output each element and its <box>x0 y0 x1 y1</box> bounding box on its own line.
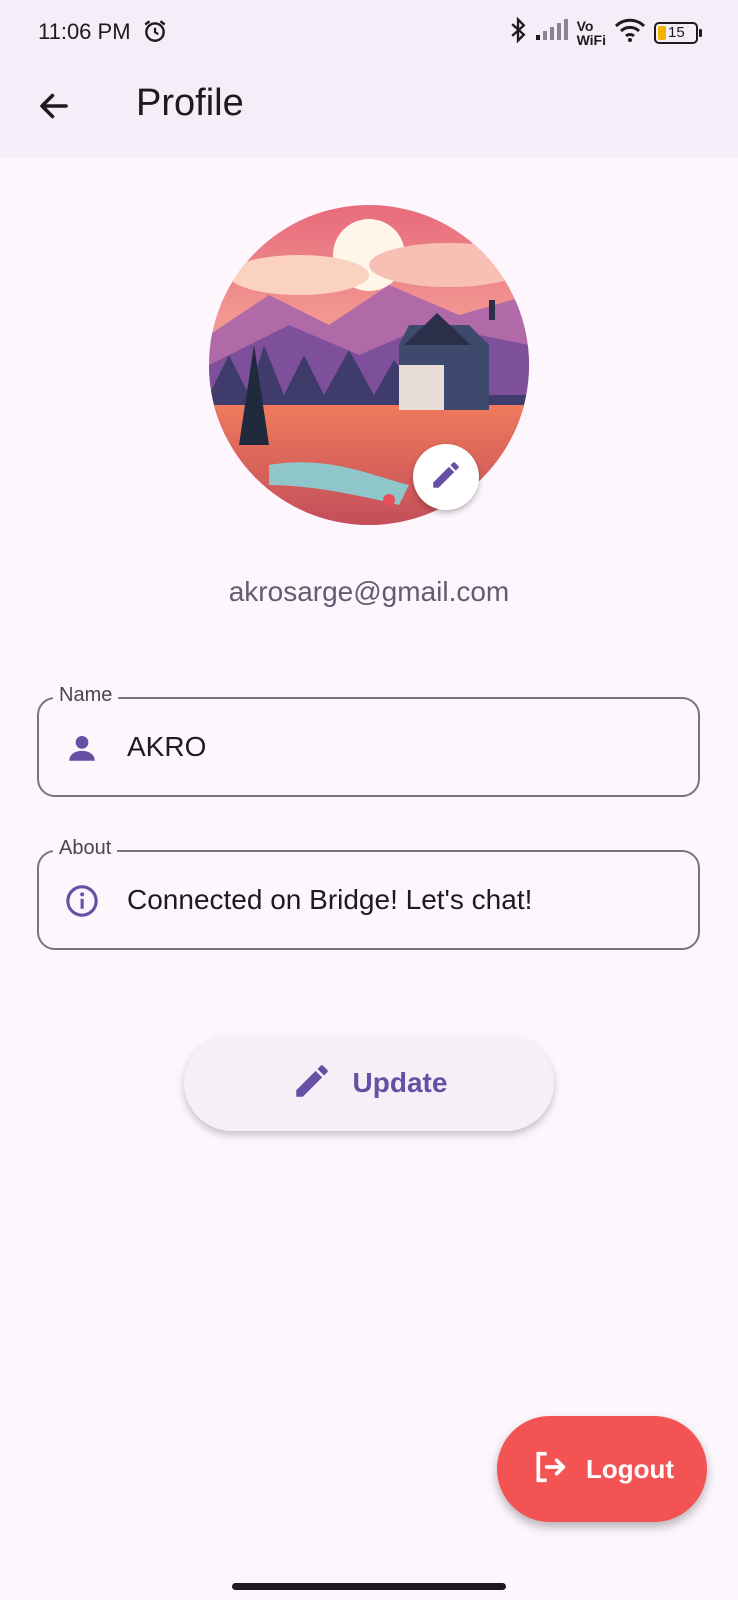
arrow-back-icon <box>36 88 72 129</box>
about-field-label: About <box>53 837 118 860</box>
person-icon <box>65 731 99 765</box>
status-time: 11:06 PM <box>38 19 131 44</box>
avatar[interactable] <box>209 205 529 525</box>
update-button[interactable]: Update <box>184 1035 554 1131</box>
avatar-image <box>209 205 529 525</box>
pencil-icon <box>291 1060 333 1107</box>
alarm-icon <box>142 18 168 49</box>
volte-label: Vo <box>576 17 594 34</box>
logout-button-label: Logout <box>585 1453 675 1484</box>
gesture-nav-handle[interactable] <box>232 1583 506 1590</box>
app-bar: Profile <box>0 66 738 158</box>
back-button[interactable] <box>32 86 76 130</box>
battery-level: 15 <box>668 23 685 41</box>
battery-icon: 15 <box>654 21 702 44</box>
about-input[interactable]: Connected on Bridge! Let's chat! <box>127 884 532 916</box>
signal-icon <box>535 19 569 46</box>
logout-button[interactable]: Logout <box>497 1416 707 1522</box>
wifi-label: WiFi <box>576 31 606 48</box>
about-field[interactable]: About Connected on Bridge! Let's chat! <box>37 837 700 950</box>
bluetooth-icon <box>509 16 527 49</box>
status-icons: Vo WiFi 15 <box>509 16 702 49</box>
page-title: Profile <box>136 82 244 124</box>
name-input[interactable]: AKRO <box>127 731 206 763</box>
status-bar: 11:06 PM Vo WiFi 15 <box>0 0 738 66</box>
profile-avatar-section <box>209 205 529 525</box>
name-field[interactable]: Name AKRO <box>37 684 700 797</box>
logout-icon <box>530 1447 570 1492</box>
edit-photo-button[interactable] <box>413 444 479 510</box>
update-button-label: Update <box>352 1067 448 1098</box>
profile-email: akrosarge@gmail.com <box>228 576 510 607</box>
pencil-icon <box>429 458 463 497</box>
volte-icon: Vo WiFi <box>577 19 606 47</box>
name-field-label: Name <box>53 684 119 707</box>
wifi-icon <box>614 17 646 48</box>
info-icon <box>65 884 99 918</box>
